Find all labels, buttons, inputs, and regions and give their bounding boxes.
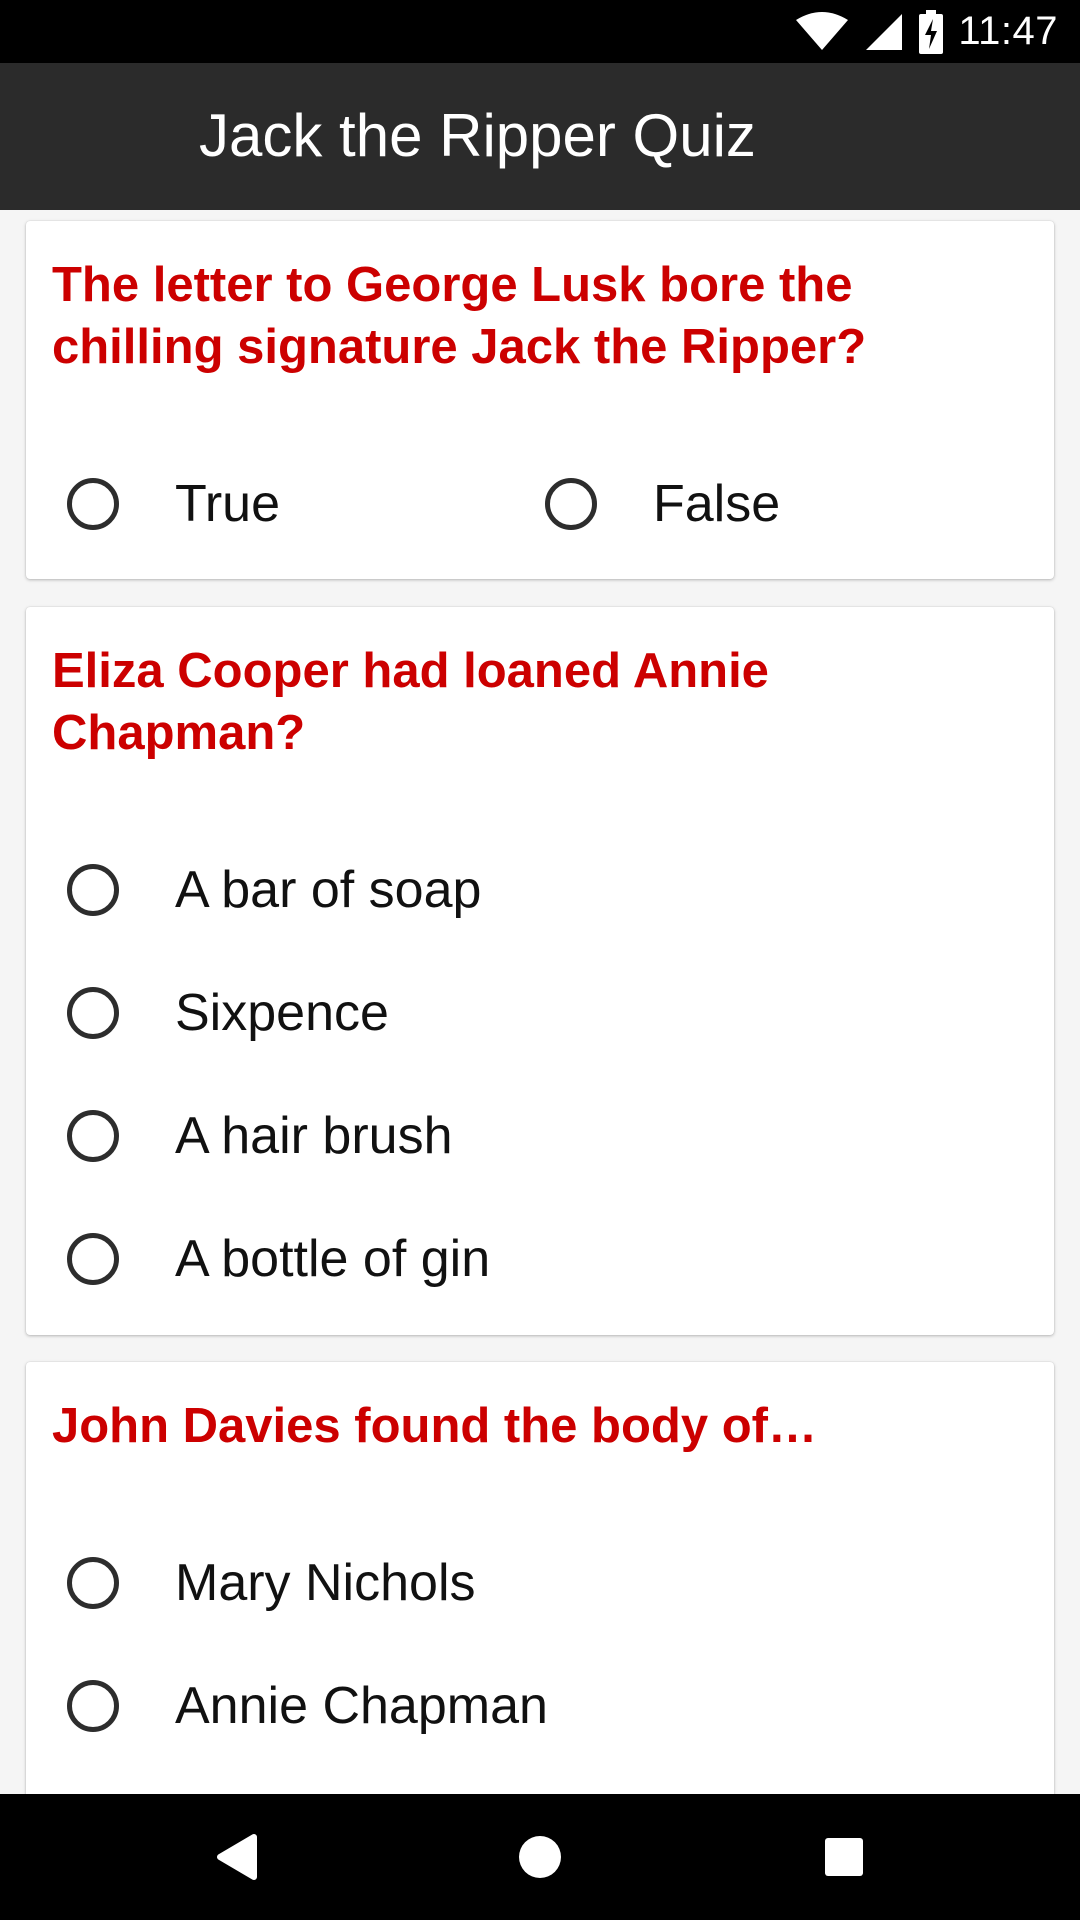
- answer-option[interactable]: A bar of soap: [67, 850, 481, 930]
- radio-button[interactable]: [67, 1233, 119, 1285]
- question-card: The letter to George Lusk bore the chill…: [26, 221, 1054, 579]
- cell-signal-icon: [864, 12, 904, 52]
- app-bar: Jack the Ripper Quiz: [0, 63, 1080, 210]
- radio-button[interactable]: [545, 478, 597, 530]
- radio-button[interactable]: [67, 1680, 119, 1732]
- radio-button[interactable]: [67, 987, 119, 1039]
- question-text: The letter to George Lusk bore the chill…: [52, 258, 867, 374]
- navigation-bar: [0, 1794, 1080, 1920]
- home-button[interactable]: [470, 1794, 610, 1920]
- screen: 11:47 Jack the Ripper Quiz The letter to…: [0, 0, 1080, 1920]
- status-bar: 11:47: [0, 0, 1080, 63]
- option-label: False: [653, 475, 781, 533]
- answer-option[interactable]: Annie Chapman: [67, 1666, 548, 1746]
- radio-button[interactable]: [67, 478, 119, 530]
- answer-option[interactable]: False: [545, 464, 780, 544]
- option-label: A hair brush: [175, 1107, 453, 1165]
- home-icon: [519, 1836, 561, 1878]
- wifi-icon: [794, 11, 850, 52]
- question-card: John Davies found the body of… Mary Nich…: [26, 1362, 1054, 1794]
- status-time: 11:47: [958, 9, 1058, 53]
- option-label: Sixpence: [175, 984, 389, 1042]
- answer-option[interactable]: A bottle of gin: [67, 1219, 490, 1299]
- option-label: A bar of soap: [175, 861, 482, 919]
- status-icons: 11:47: [794, 0, 1058, 63]
- option-label: Mary Nichols: [175, 1554, 476, 1612]
- question-text: Eliza Cooper had loaned Annie Chapman?: [52, 644, 769, 760]
- app-title: Jack the Ripper Quiz: [199, 102, 756, 169]
- radio-button[interactable]: [67, 1110, 119, 1162]
- battery-charging-icon: [918, 9, 944, 54]
- option-label: A bottle of gin: [175, 1230, 491, 1288]
- answer-option[interactable]: Sixpence: [67, 973, 389, 1053]
- radio-button[interactable]: [67, 864, 119, 916]
- question-card: Eliza Cooper had loaned Annie Chapman? A…: [26, 607, 1054, 1335]
- option-label: Annie Chapman: [175, 1677, 548, 1735]
- recents-button[interactable]: [774, 1794, 914, 1920]
- answer-option[interactable]: A hair brush: [67, 1096, 453, 1176]
- answer-option[interactable]: Mary Nichols: [67, 1543, 476, 1623]
- recents-icon: [825, 1838, 863, 1876]
- quiz-list[interactable]: The letter to George Lusk bore the chill…: [0, 210, 1080, 1794]
- answer-option[interactable]: True: [67, 464, 280, 544]
- question-text: John Davies found the body of…: [52, 1399, 817, 1453]
- back-button[interactable]: [166, 1794, 306, 1920]
- back-icon: [217, 1834, 257, 1880]
- radio-button[interactable]: [67, 1557, 119, 1609]
- option-label: True: [175, 475, 280, 533]
